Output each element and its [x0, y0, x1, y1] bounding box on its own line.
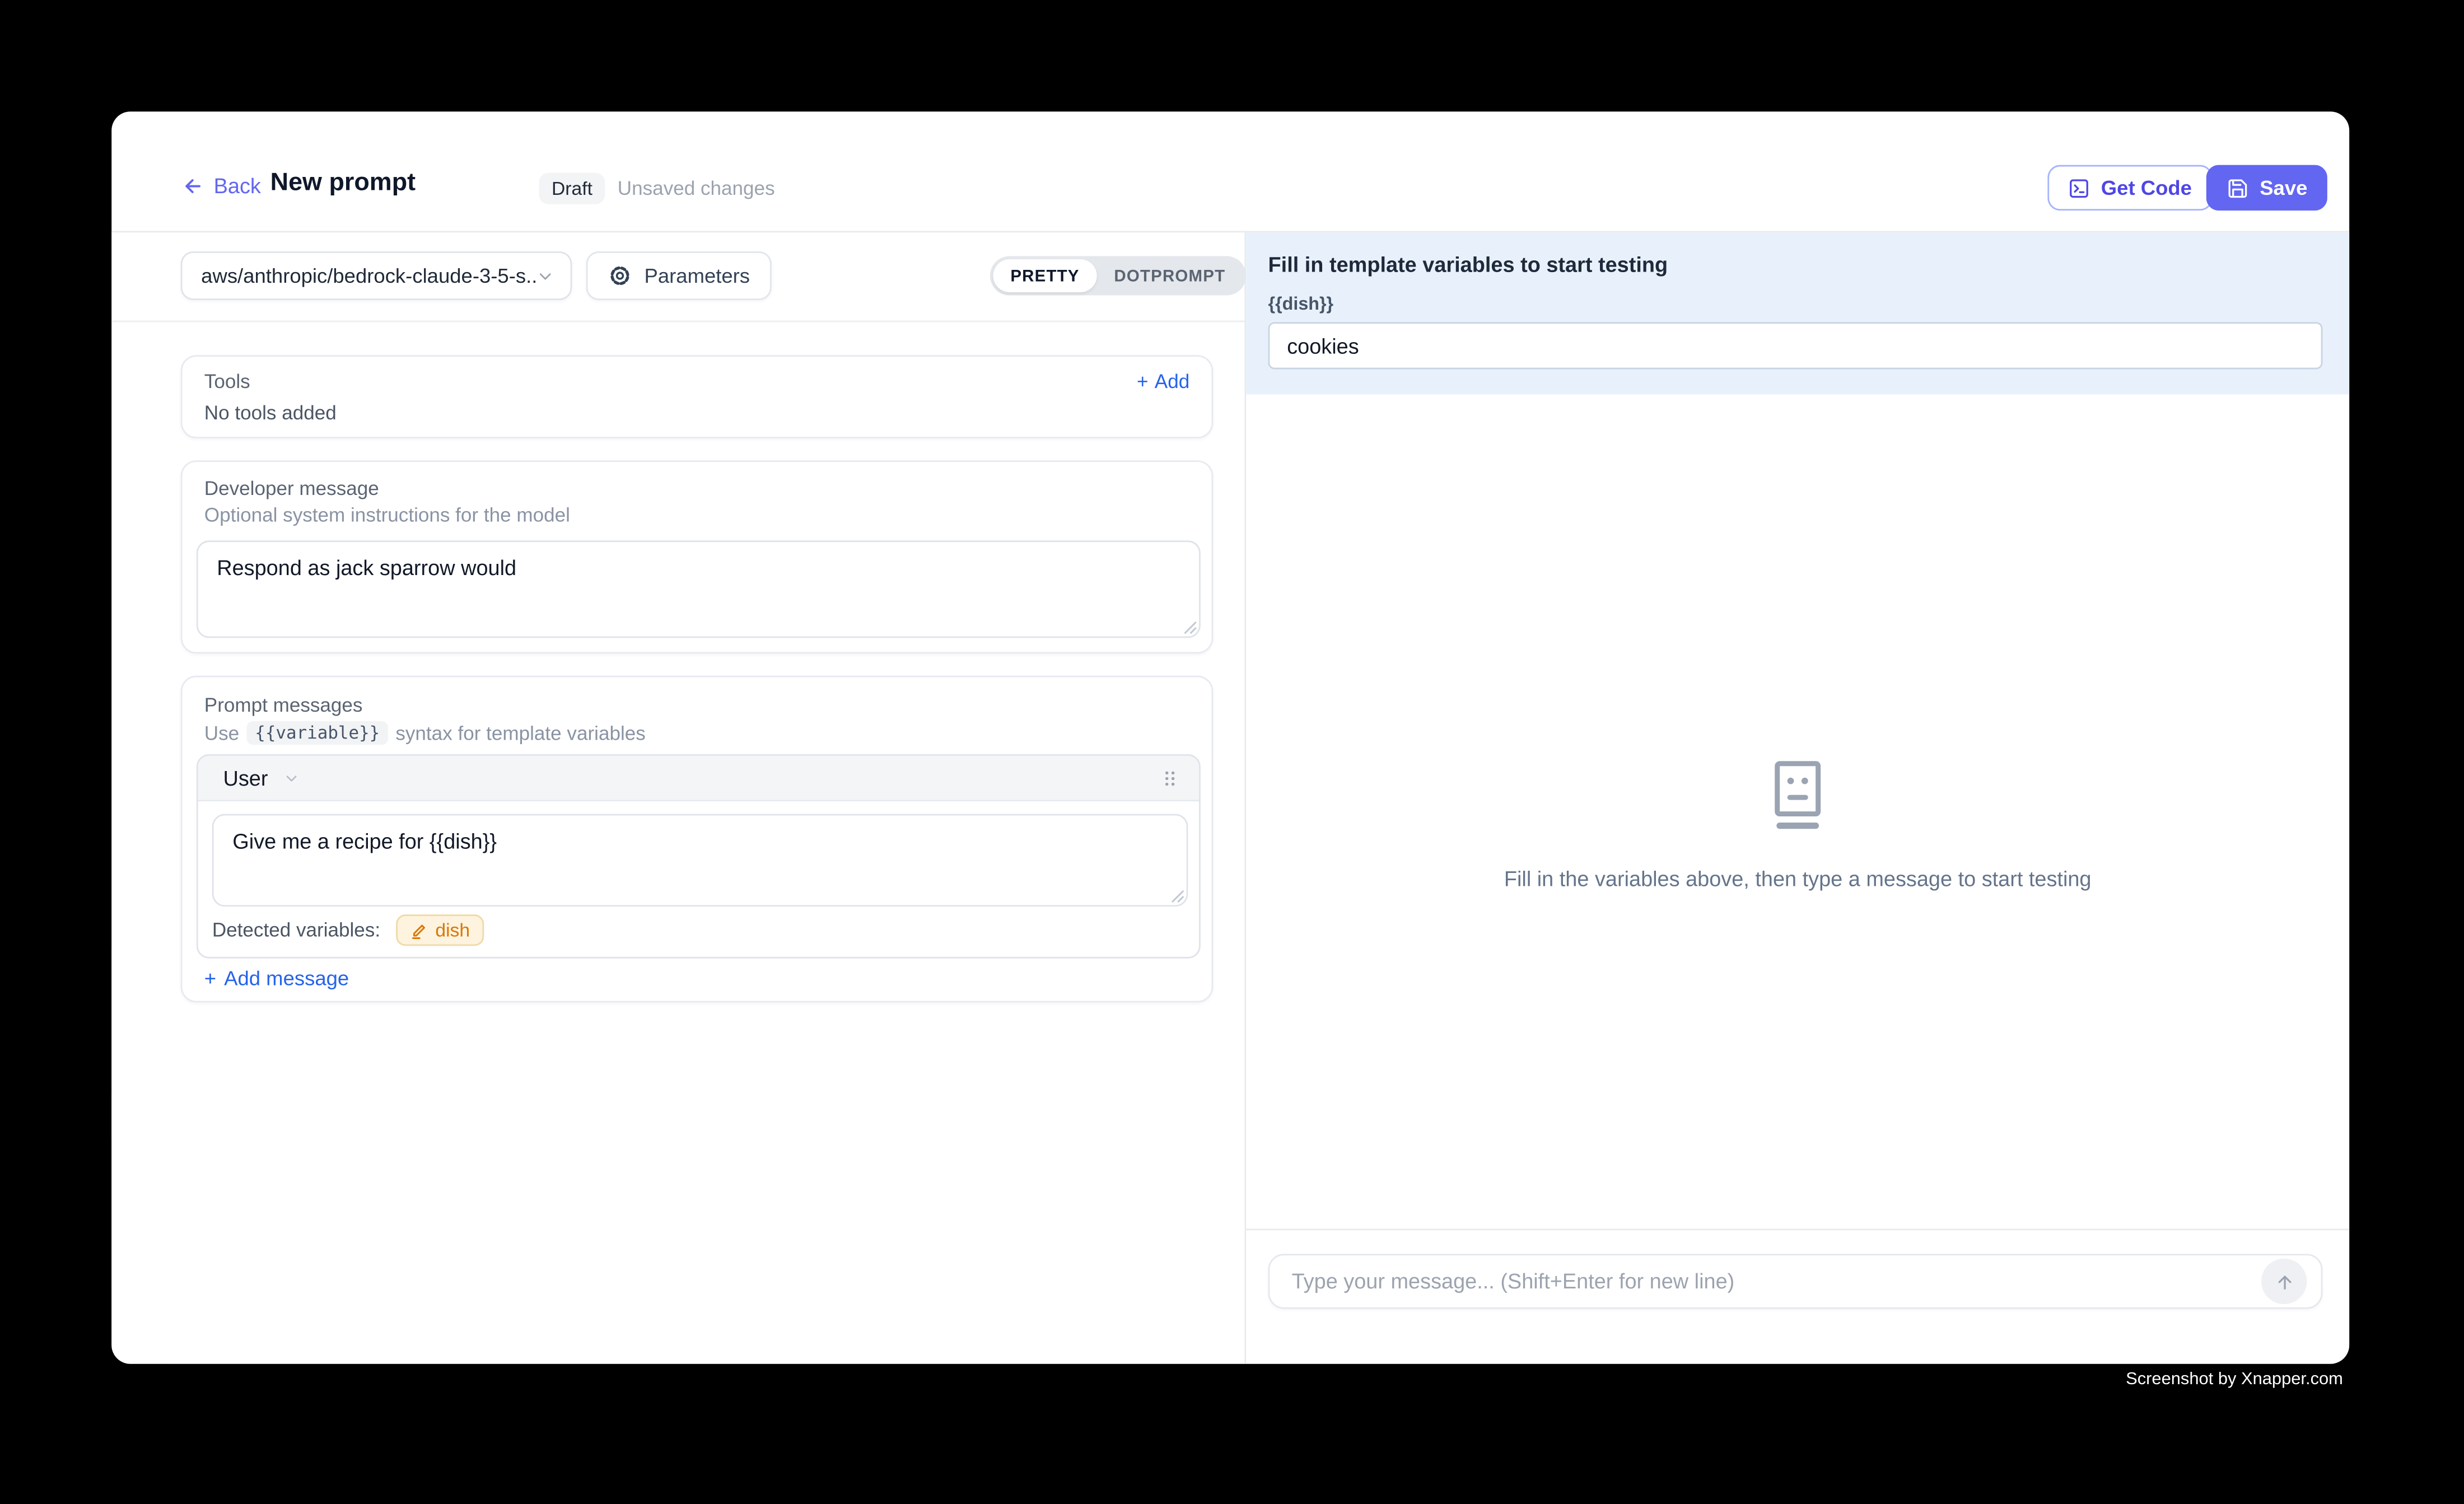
variable-name-label: {{dish}}	[1268, 296, 1334, 315]
status-badge: Draft	[539, 173, 605, 204]
tools-title: Tools	[204, 371, 250, 393]
message-content-input[interactable]: Give me a recipe for {{dish}}	[212, 814, 1188, 907]
back-label: Back	[214, 174, 261, 198]
template-variables-title: Fill in template variables to start test…	[1268, 253, 1668, 277]
plus-icon: +	[1137, 371, 1149, 393]
drag-handle-icon[interactable]	[1160, 768, 1180, 788]
variable-syntax-chip: {{variable}}	[247, 721, 388, 745]
tools-empty-text: No tools added	[204, 402, 337, 424]
variable-value-input[interactable]	[1268, 322, 2323, 369]
message-block: User Give me a recipe for {{dish}} Detec…	[197, 754, 1201, 959]
message-header: User	[198, 756, 1199, 801]
send-button[interactable]	[2261, 1259, 2307, 1304]
get-code-button[interactable]: Get Code	[2047, 165, 2212, 211]
plus-icon: +	[204, 966, 216, 990]
chat-input-divider	[1246, 1229, 2349, 1230]
prompt-messages-hint: Use {{variable}} syntax for template var…	[204, 721, 646, 745]
app-window: Back New prompt Draft Unsaved changes Ge…	[111, 111, 2349, 1363]
toggle-dotprompt[interactable]: DOTPROMPT	[1097, 259, 1243, 292]
save-icon	[2227, 177, 2248, 199]
role-select[interactable]: User	[223, 766, 299, 790]
parameters-label: Parameters	[645, 264, 750, 287]
save-button[interactable]: Save	[2206, 165, 2328, 211]
get-code-label: Get Code	[2101, 176, 2192, 199]
unsaved-changes-note: Unsaved changes	[618, 178, 775, 199]
arrow-left-icon	[181, 174, 204, 198]
view-mode-toggle: PRETTY DOTPROMPT	[990, 256, 1246, 295]
add-message-label: Add message	[224, 966, 349, 990]
toggle-pretty[interactable]: PRETTY	[993, 259, 1096, 292]
terminal-icon	[2068, 177, 2090, 199]
prompt-messages-card: Prompt messages Use {{variable}} syntax …	[181, 676, 1214, 1003]
chevron-down-icon	[536, 267, 555, 286]
chat-input-container	[1268, 1254, 2323, 1309]
gear-icon	[608, 264, 632, 287]
template-variables-header: Fill in template variables to start test…	[1246, 232, 2349, 394]
hint-suffix: syntax for template variables	[395, 722, 645, 744]
detected-variables-row: Detected variables: dish	[212, 914, 484, 946]
chevron-down-icon	[282, 769, 300, 787]
chat-empty-text: Fill in the variables above, then type a…	[1504, 867, 2092, 891]
variable-chip-dish[interactable]: dish	[396, 914, 484, 946]
watermark-text: Screenshot by Xnapper.com	[2126, 1370, 2343, 1389]
parameters-button[interactable]: Parameters	[586, 251, 772, 300]
prompt-messages-title: Prompt messages	[204, 694, 363, 716]
developer-message-subtitle: Optional system instructions for the mod…	[204, 505, 570, 526]
test-panel: Fill in template variables to start test…	[1246, 232, 2349, 1363]
arrow-up-icon	[2273, 1271, 2295, 1292]
role-select-value: User	[223, 766, 268, 790]
variable-chip-label: dish	[435, 919, 470, 941]
add-tool-button[interactable]: + Add	[1137, 371, 1189, 393]
add-tool-label: Add	[1155, 371, 1189, 393]
developer-message-card: Developer message Optional system instru…	[181, 460, 1214, 653]
model-select[interactable]: aws/anthropic/bedrock-claude-3-5-s...	[181, 251, 572, 300]
save-label: Save	[2260, 176, 2307, 199]
developer-message-input[interactable]: Respond as jack sparrow would	[197, 540, 1201, 638]
add-message-button[interactable]: + Add message	[204, 966, 349, 990]
robot-screen-icon	[1770, 760, 1826, 829]
hint-prefix: Use	[204, 722, 239, 744]
screenshot-canvas: Back New prompt Draft Unsaved changes Ge…	[0, 0, 2464, 1504]
model-select-value: aws/anthropic/bedrock-claude-3-5-s...	[201, 264, 536, 287]
chat-empty-state: Fill in the variables above, then type a…	[1246, 394, 2349, 1229]
pencil-icon	[410, 922, 427, 939]
page-title: New prompt	[270, 170, 416, 198]
tools-card: Tools + Add No tools added	[181, 355, 1214, 438]
prompt-editor-panel: aws/anthropic/bedrock-claude-3-5-s... Pa…	[111, 232, 1246, 1363]
toolbar-divider	[111, 320, 1244, 322]
detected-variables-label: Detected variables:	[212, 919, 380, 941]
chat-message-input[interactable]	[1270, 1255, 2288, 1307]
back-button[interactable]: Back	[181, 174, 261, 198]
developer-message-title: Developer message	[204, 478, 379, 499]
